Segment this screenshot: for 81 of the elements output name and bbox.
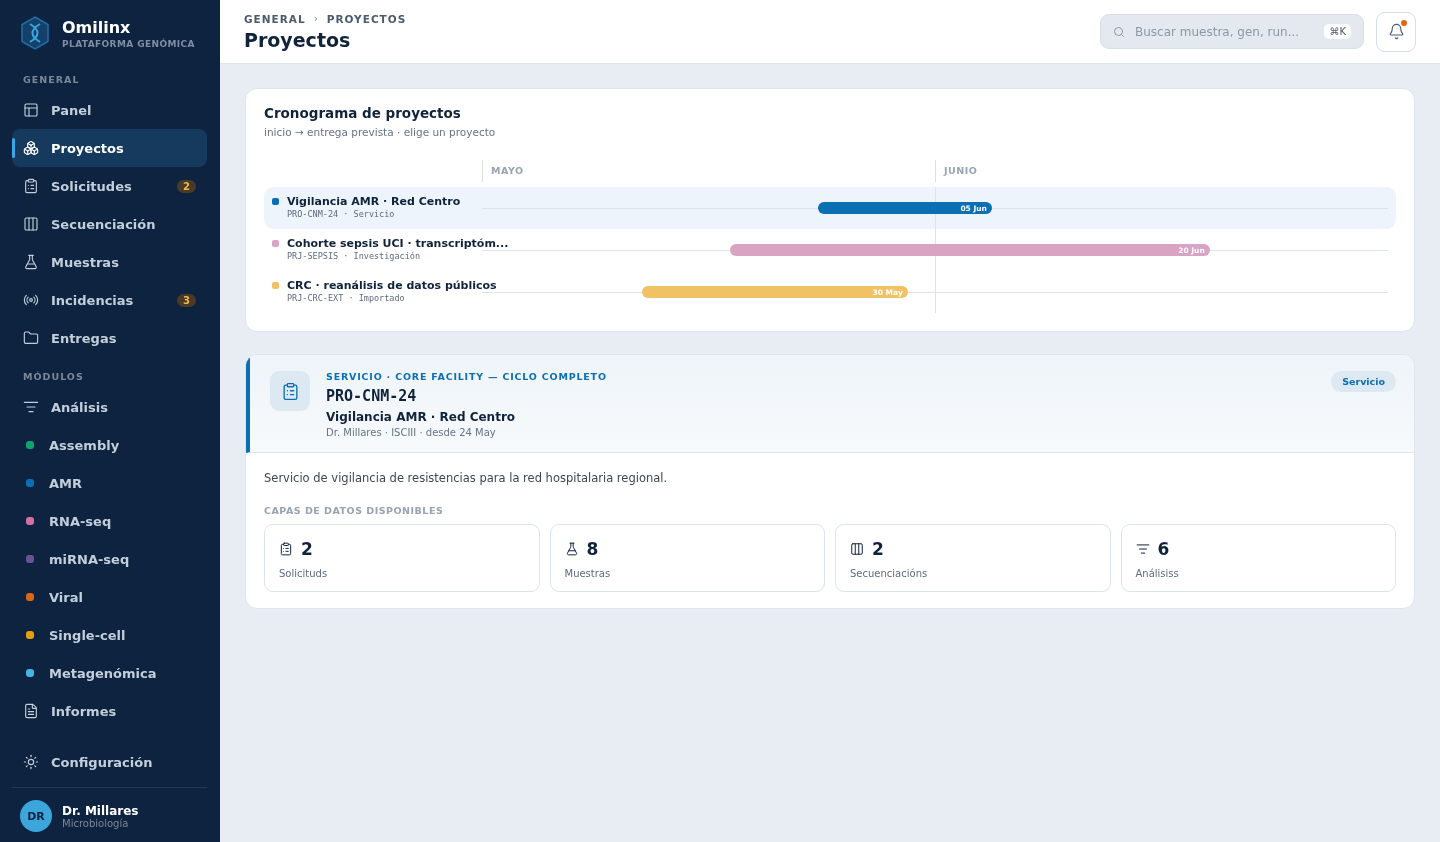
- section-title: CAPAS DE DATOS DISPONIBLES: [264, 505, 445, 516]
- nav-item[interactable]: Panel: [12, 91, 207, 129]
- boxes-icon: [23, 140, 39, 156]
- chevron-icon: ›: [313, 13, 319, 24]
- clipboard-icon: [23, 178, 39, 194]
- card-subtitle: inicio → entrega prevista · elige un proyecto: [264, 126, 497, 138]
- user-avatar: DR: [20, 800, 52, 832]
- nav-item[interactable]: Entregas: [12, 319, 207, 357]
- flask-icon: [564, 542, 579, 556]
- count-badge: 2: [177, 179, 196, 193]
- bell-icon: [1387, 23, 1405, 40]
- nav-item[interactable]: Metagenómica: [12, 654, 207, 692]
- sun-icon: [23, 754, 39, 770]
- project-name: CRC · reanálisis de datos públicos: [287, 279, 497, 292]
- panel-icon: [23, 102, 39, 118]
- user-name: Dr. Millares: [62, 803, 139, 818]
- layer-label: Solicituds: [279, 568, 329, 579]
- project-name: Vigilancia AMR · Red Centro: [287, 195, 461, 208]
- breadcrumb-item[interactable]: GENERAL: [244, 12, 306, 25]
- nav-item[interactable]: Muestras: [12, 243, 207, 281]
- brand-name: Omilinx: [62, 17, 132, 37]
- data-layer-card[interactable]: 8 Muestras: [549, 524, 825, 592]
- notifications-button[interactable]: [1376, 11, 1416, 52]
- dna-hexagon-logo: [20, 16, 50, 50]
- data-layer-card[interactable]: 2 Solicituds: [264, 524, 540, 592]
- project-tag: Servicio: [1331, 371, 1396, 392]
- data-layer-card[interactable]: 6 Análisiss: [1120, 524, 1396, 592]
- nav-item[interactable]: RNA-seq: [12, 502, 207, 540]
- project-category: SERVICIO · CORE FACILITY — CICLO COMPLETO: [326, 371, 607, 382]
- nav-item[interactable]: Single-cell: [12, 616, 207, 654]
- nav-item[interactable]: Análisis: [12, 388, 207, 426]
- project-meta: Dr. Millares · ISCIII · desde 24 May: [326, 427, 497, 438]
- shortcut-key: ⌘K: [1324, 24, 1351, 39]
- layer-count: 6: [1157, 539, 1170, 559]
- columns-icon: [850, 542, 864, 556]
- project-code: PRJ-SEPSIS · Investigación: [287, 251, 422, 261]
- nav-item[interactable]: Configuración: [12, 743, 207, 781]
- nav-item[interactable]: Proyectos: [12, 129, 207, 167]
- list-icon: [23, 399, 39, 415]
- nav-item[interactable]: AMR: [12, 464, 207, 502]
- layer-label: Secuenciacións: [850, 568, 929, 579]
- project-code: PRJ-CRC-EXT · Importado: [287, 293, 406, 303]
- project-code: PRO-CNM-24: [326, 387, 418, 405]
- project-icon: [270, 371, 310, 411]
- nav-item[interactable]: Secuenciación: [12, 205, 207, 243]
- search-field[interactable]: Buscar muestra, gen, run... ⌘K: [1100, 14, 1364, 49]
- month-label: JUNIO: [935, 160, 1388, 182]
- nav-item[interactable]: miRNA-seq: [12, 540, 207, 578]
- list-icon: [1135, 542, 1150, 556]
- columns-icon: [23, 216, 39, 232]
- breadcrumb-item: PROYECTOS: [326, 12, 407, 25]
- page-title: Proyectos: [244, 28, 352, 51]
- nav-item[interactable]: Viral: [12, 578, 207, 616]
- layer-count: 2: [872, 539, 884, 559]
- document-icon: [23, 703, 39, 719]
- month-label: MAYO: [482, 160, 935, 182]
- user-department: Microbiología: [62, 817, 130, 829]
- layer-count: 8: [586, 539, 599, 559]
- radio-waves-icon: [23, 292, 39, 308]
- nav-item[interactable]: Solicitudes 2: [12, 167, 207, 205]
- brand-tagline: PLATAFORMA GENÓMICA: [62, 38, 195, 49]
- project-name: Vigilancia AMR · Red Centro: [326, 410, 517, 424]
- section-title: GENERAL: [22, 73, 81, 87]
- layer-count: 2: [301, 539, 313, 559]
- nav-item[interactable]: Incidencias 3: [12, 281, 207, 319]
- clipboard-icon: [279, 542, 293, 556]
- layer-label: Análisiss: [1135, 568, 1180, 579]
- section-title: MÓDULOS: [22, 370, 85, 384]
- flask-icon: [23, 254, 39, 270]
- folder-icon: [23, 330, 39, 346]
- card-title: Cronograma de proyectos: [264, 105, 462, 121]
- nav-item[interactable]: Informes: [12, 692, 207, 730]
- layer-label: Muestras: [564, 568, 612, 579]
- nav-item[interactable]: Assembly: [12, 426, 207, 464]
- search-input[interactable]: Buscar muestra, gen, run...: [1133, 23, 1317, 40]
- count-badge: 3: [177, 293, 196, 307]
- project-name: Cohorte sepsis UCI · transcriptóm...: [287, 237, 509, 250]
- project-code: PRO-CNM-24 · Servicio: [287, 209, 396, 219]
- data-layer-card[interactable]: 2 Secuenciacións: [835, 524, 1111, 592]
- project-description: Servicio de vigilancia de resistencias para la red hospitalaria regional.: [264, 471, 669, 485]
- search-icon: [1113, 25, 1125, 38]
